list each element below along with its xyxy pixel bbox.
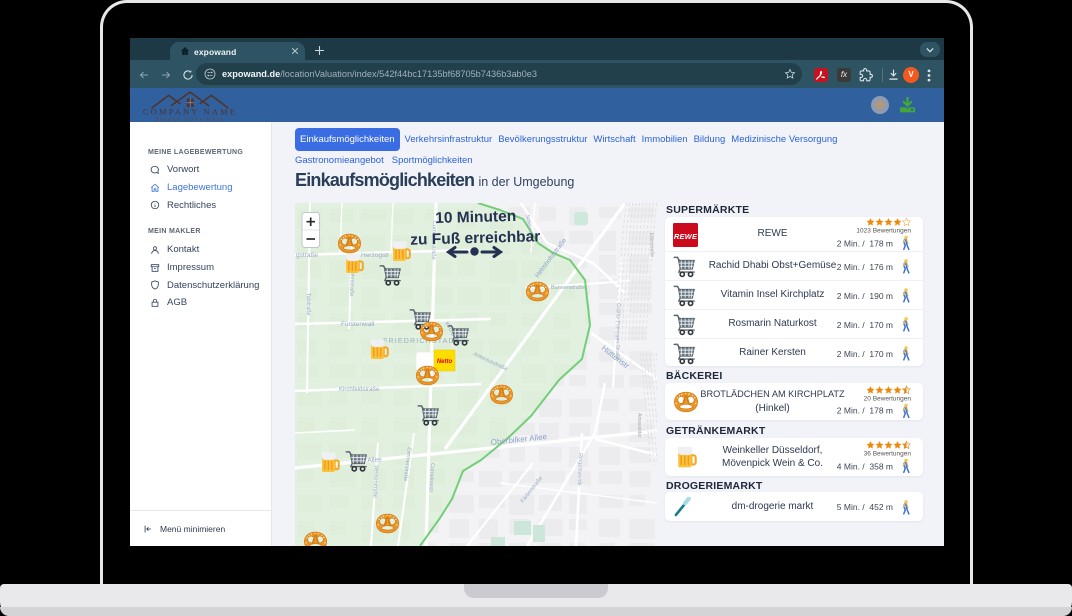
svg-text:Talstraße: Talstraße	[305, 293, 311, 316]
svg-text:Jahnstraße: Jahnstraße	[348, 269, 355, 297]
svg-text:Amswalder: Amswalder	[636, 413, 642, 438]
svg-text:Fürstenwall: Fürstenwall	[341, 321, 375, 328]
svg-text:gstraße: gstraße	[296, 252, 318, 259]
svg-text:Herzogstr: Herzogstr	[361, 252, 390, 259]
svg-text:Kirchfeldstraße: Kirchfeldstraße	[339, 387, 380, 393]
svg-text:Bunsenstraße: Bunsenstraße	[551, 285, 585, 291]
svg-text:Ellerstraße: Ellerstraße	[648, 233, 655, 258]
svg-text:COMPANY NAME: COMPANY NAME	[143, 107, 237, 117]
svg-text:FRIEDRICHSTADT: FRIEDRICHSTADT	[383, 338, 460, 345]
svg-text:Ringelsweide: Ringelsweide	[576, 453, 583, 486]
svg-text:zu Fuß erreichbar: zu Fuß erreichbar	[410, 228, 540, 248]
svg-text:10 Minuten: 10 Minuten	[435, 208, 516, 227]
svg-text:Netto: Netto	[437, 359, 453, 365]
